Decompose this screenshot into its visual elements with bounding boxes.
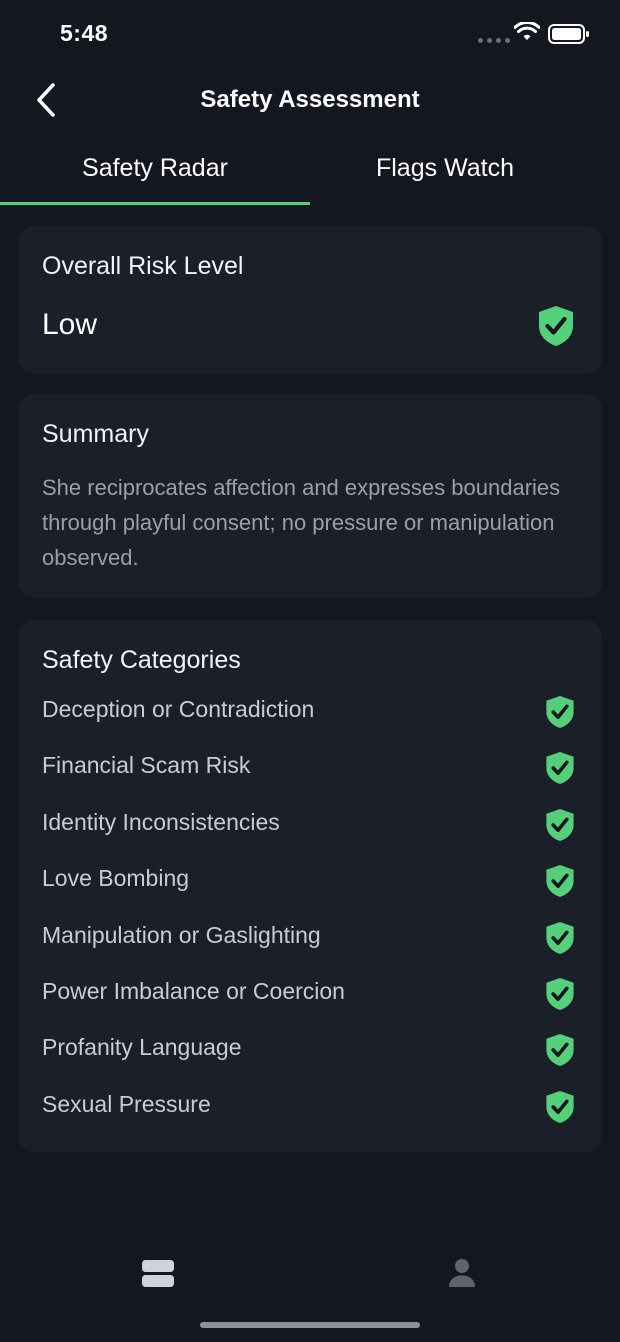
category-label: Manipulation or Gaslighting xyxy=(42,921,321,948)
category-item: Manipulation or Gaslighting xyxy=(18,910,602,966)
category-item: Sexual Pressure xyxy=(18,1079,602,1135)
category-label: Identity Inconsistencies xyxy=(42,808,280,835)
summary-heading: Summary xyxy=(42,420,149,448)
category-list: Deception or Contradiction Financial Sca… xyxy=(18,684,602,1135)
segment-tabs: Safety Radar Flags Watch xyxy=(0,140,620,206)
wifi-icon xyxy=(514,22,540,40)
categories-heading: Safety Categories xyxy=(42,646,241,674)
category-item: Love Bombing xyxy=(18,853,602,909)
shield-check-icon xyxy=(546,1034,574,1067)
category-item: Deception or Contradiction xyxy=(18,684,602,740)
shield-check-icon xyxy=(546,977,574,1010)
risk-level-card: Overall Risk Level Low xyxy=(18,226,602,374)
shield-check-icon xyxy=(546,752,574,785)
safety-categories-card: Safety Categories Deception or Contradic… xyxy=(18,620,602,1152)
shield-check-icon xyxy=(546,1090,574,1123)
summary-text: She reciprocates affection and expresses… xyxy=(42,475,561,570)
category-label: Power Imbalance or Coercion xyxy=(42,977,345,1004)
status-bar: 5:48 xyxy=(0,0,620,70)
category-label: Financial Scam Risk xyxy=(42,752,251,779)
category-label: Love Bombing xyxy=(42,865,190,892)
category-item: Power Imbalance or Coercion xyxy=(18,966,602,1022)
tab-safety-radar[interactable]: Safety Radar xyxy=(0,140,310,202)
shield-check-icon xyxy=(546,808,574,841)
category-item: Identity Inconsistencies xyxy=(18,797,602,853)
bottom-tab-bar xyxy=(0,1238,620,1308)
category-label: Sexual Pressure xyxy=(42,1090,211,1117)
risk-value: Low xyxy=(42,308,98,341)
list-icon[interactable] xyxy=(139,1258,177,1290)
signal-dots-icon xyxy=(478,38,510,43)
status-time: 5:48 xyxy=(60,20,109,46)
category-item: Profanity Language xyxy=(18,1022,602,1078)
navigation-bar: Safety Assessment xyxy=(0,72,620,128)
risk-heading: Overall Risk Level xyxy=(42,252,244,280)
person-icon[interactable] xyxy=(448,1258,476,1288)
category-label: Profanity Language xyxy=(42,1034,242,1061)
page-title: Safety Assessment xyxy=(200,86,420,113)
active-tab-indicator xyxy=(0,202,310,205)
tab-flags-watch[interactable]: Flags Watch xyxy=(290,140,600,202)
category-item: Financial Scam Risk xyxy=(18,740,602,796)
shield-check-icon xyxy=(546,921,574,954)
category-label: Deception or Contradiction xyxy=(42,696,315,722)
shield-check-icon xyxy=(546,696,574,728)
shield-check-icon xyxy=(539,306,573,346)
shield-check-icon xyxy=(546,865,574,898)
battery-icon xyxy=(548,24,589,44)
summary-card: Summary She reciprocates affection and e… xyxy=(18,394,602,598)
home-indicator xyxy=(200,1322,420,1328)
